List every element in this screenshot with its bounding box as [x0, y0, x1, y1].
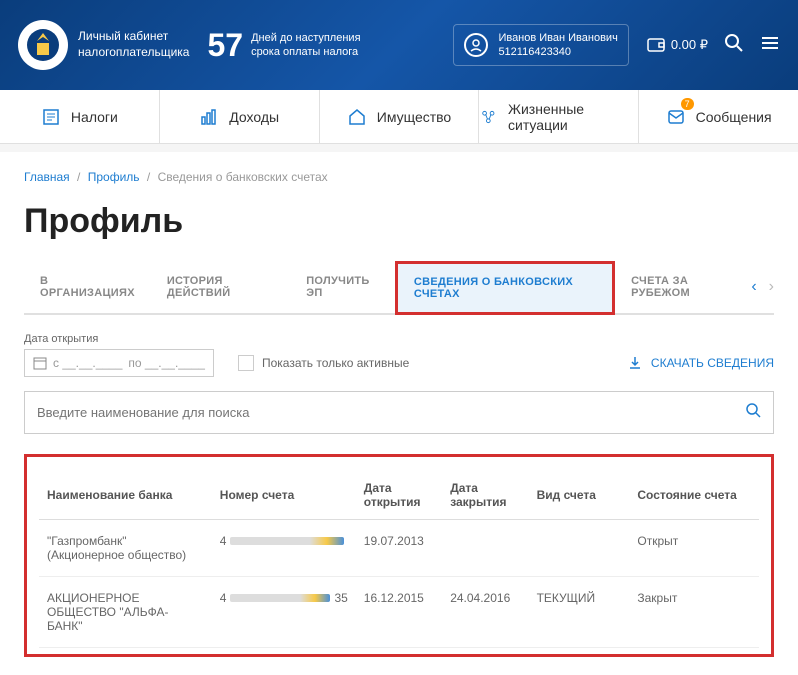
fns-logo-icon [18, 20, 68, 70]
property-icon [347, 107, 367, 127]
search-input[interactable] [37, 402, 745, 423]
logo-line2: налогоплательщика [78, 45, 189, 61]
download-link[interactable]: СКАЧАТЬ СВЕДЕНИЯ [627, 355, 774, 371]
header: Личный кабинет налогоплательщика 57 Дней… [0, 0, 798, 90]
cell-acct: 4 [212, 520, 356, 577]
days-label: Дней до наступления срока оплаты налога [251, 31, 360, 60]
date-range-input[interactable]: с __.__.____ по __.__.____ [24, 349, 214, 377]
nav-taxes[interactable]: Налоги [0, 90, 160, 143]
user-icon [464, 33, 488, 57]
active-only-checkbox[interactable]: Показать только активные [238, 355, 409, 371]
date-filter: Дата открытия с __.__.____ по __.__.____ [24, 333, 214, 377]
content: Главная / Профиль / Сведения о банковски… [0, 152, 798, 675]
wallet-icon [647, 38, 665, 52]
search-box[interactable] [24, 391, 774, 434]
accounts-table: Наименование банка Номер счета Дата откр… [39, 471, 759, 648]
breadcrumb-home[interactable]: Главная [24, 170, 70, 184]
th-type: Вид счета [529, 471, 630, 520]
cell-type: ТЕКУЩИЙ [529, 577, 630, 648]
logo-line1: Личный кабинет [78, 29, 189, 45]
date-label: Дата открытия [24, 333, 214, 345]
table-body: "Газпромбанк" (Акционерное общество) 4 1… [39, 520, 759, 648]
table-row: "Газпромбанк" (Акционерное общество) 4 1… [39, 520, 759, 577]
breadcrumb-current: Сведения о банковских счетах [158, 170, 328, 184]
th-opened: Дата открытия [356, 471, 442, 520]
income-icon [199, 107, 219, 127]
cell-opened: 16.12.2015 [356, 577, 442, 648]
user-info: Иванов Иван Иванович 512116423340 [498, 31, 617, 60]
nav-property[interactable]: Имущество [320, 90, 480, 143]
calendar-icon [33, 356, 47, 370]
th-acct: Номер счета [212, 471, 356, 520]
cell-opened: 19.07.2013 [356, 520, 442, 577]
tab-prev-icon[interactable]: ‹ [751, 278, 756, 296]
balance-button[interactable]: 0.00 ₽ [647, 37, 708, 53]
cell-closed: 24.04.2016 [442, 577, 528, 648]
table-header-row: Наименование банка Номер счета Дата откр… [39, 471, 759, 520]
tab-next-icon[interactable]: › [769, 278, 774, 296]
download-icon [627, 355, 643, 371]
user-block[interactable]: Иванов Иван Иванович 512116423340 [453, 24, 628, 67]
th-bank: Наименование банка [39, 471, 212, 520]
cell-status: Открыт [629, 520, 759, 577]
messages-badge: 7 [681, 98, 694, 110]
logo-text: Личный кабинет налогоплательщика [78, 29, 189, 60]
breadcrumb: Главная / Профиль / Сведения о банковски… [24, 170, 774, 184]
lifesituations-icon [479, 107, 498, 127]
nav-income[interactable]: Доходы [160, 90, 320, 143]
page-title: Профиль [24, 202, 774, 241]
menu-icon [760, 33, 780, 53]
navbar: Налоги Доходы Имущество Жизненные ситуац… [0, 90, 798, 144]
tab-history[interactable]: ИСТОРИЯ ДЕЙСТВИЙ [151, 263, 290, 311]
tab-arrows: ‹ › [751, 278, 774, 296]
accounts-table-wrap: Наименование банка Номер счета Дата откр… [24, 454, 774, 657]
menu-button[interactable] [760, 33, 780, 58]
cell-bank: АКЦИОНЕРНОЕ ОБЩЕСТВО "АЛЬФА-БАНК" [39, 577, 212, 648]
search-button[interactable] [724, 33, 744, 58]
tab-organizations[interactable]: В ОРГАНИЗАЦИЯХ [24, 263, 151, 311]
filter-row: Дата открытия с __.__.____ по __.__.____… [24, 333, 774, 377]
search-icon [745, 402, 761, 423]
nav-messages[interactable]: 7 Сообщения [639, 90, 798, 143]
cell-bank: "Газпромбанк" (Акционерное общество) [39, 520, 212, 577]
days-number: 57 [207, 27, 243, 64]
tab-ep[interactable]: ПОЛУЧИТЬ ЭП [290, 263, 395, 311]
search-icon [724, 33, 744, 53]
th-closed: Дата закрытия [442, 471, 528, 520]
user-name: Иванов Иван Иванович [498, 31, 617, 45]
logo-block: Личный кабинет налогоплательщика [18, 20, 189, 70]
cell-status: Закрыт [629, 577, 759, 648]
user-id: 512116423340 [498, 45, 617, 59]
cell-acct: 435 [212, 577, 356, 648]
checkbox-icon [238, 355, 254, 371]
nav-lifesituations[interactable]: Жизненные ситуации [479, 90, 639, 143]
balance-amount: 0.00 ₽ [671, 37, 708, 53]
th-status: Состояние счета [629, 471, 759, 520]
cell-closed [442, 520, 528, 577]
tabs: В ОРГАНИЗАЦИЯХ ИСТОРИЯ ДЕЙСТВИЙ ПОЛУЧИТЬ… [24, 261, 774, 315]
cell-type [529, 520, 630, 577]
tab-foreign[interactable]: СЧЕТА ЗА РУБЕЖОМ [615, 263, 751, 311]
breadcrumb-profile[interactable]: Профиль [88, 170, 140, 184]
table-row: АКЦИОНЕРНОЕ ОБЩЕСТВО "АЛЬФА-БАНК" 435 16… [39, 577, 759, 648]
tab-bank-accounts[interactable]: СВЕДЕНИЯ О БАНКОВСКИХ СЧЕТАХ [395, 261, 615, 315]
messages-icon [666, 107, 686, 127]
taxes-icon [41, 107, 61, 127]
days-countdown: 57 Дней до наступления срока оплаты нало… [207, 27, 360, 64]
